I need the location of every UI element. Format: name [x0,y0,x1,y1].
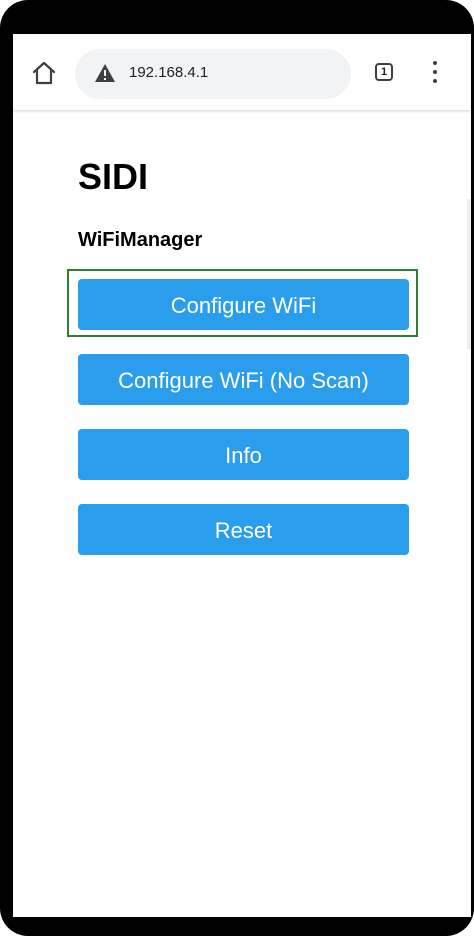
more-vert-icon[interactable] [425,60,445,86]
url-text: 192.168.4.1 [129,64,209,81]
reset-button[interactable]: Reset [78,504,409,555]
home-icon[interactable] [31,60,57,86]
tabs-icon[interactable]: 1 [375,63,393,81]
address-bar[interactable]: 192.168.4.1 [75,49,351,99]
scrollbar [467,199,471,349]
warning-icon [94,63,116,83]
phone-frame: 192.168.4.1 1 SIDI WiFiManager Configure… [0,0,474,936]
configure-wifi-button[interactable]: Configure WiFi [78,279,409,330]
info-button[interactable]: Info [78,429,409,480]
configure-wifi-noscan-button[interactable]: Configure WiFi (No Scan) [78,354,409,405]
browser-toolbar: 192.168.4.1 1 [13,34,471,110]
page-title: SIDI [78,156,149,197]
page-subtitle: WiFiManager [78,229,203,251]
browser-screen: 192.168.4.1 1 SIDI WiFiManager Configure… [13,34,471,917]
